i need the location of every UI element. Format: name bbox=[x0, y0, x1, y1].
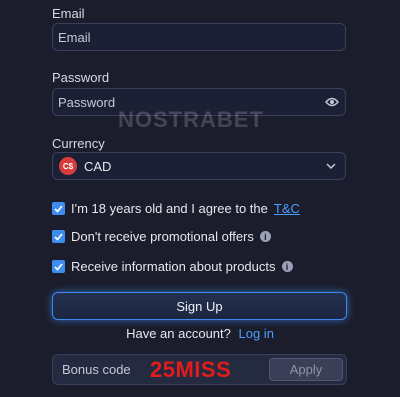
promo-checkbox[interactable] bbox=[52, 230, 65, 243]
bonus-code-field[interactable]: Bonus code 25MISS Apply bbox=[52, 354, 347, 385]
have-account-text: Have an account? bbox=[126, 326, 231, 341]
info-icon[interactable]: i bbox=[281, 261, 293, 272]
terms-checkbox-row: I'm 18 years old and I agree to the T&C bbox=[52, 201, 300, 216]
product-info-checkbox[interactable] bbox=[52, 260, 65, 273]
email-field-container bbox=[52, 23, 346, 51]
currency-value: CAD bbox=[84, 158, 112, 174]
have-account-row: Have an account? Log in bbox=[0, 326, 400, 341]
sign-up-button[interactable]: Sign Up bbox=[52, 292, 347, 320]
password-label: Password bbox=[52, 70, 110, 85]
promo-checkbox-label: Don't receive promotional offers bbox=[71, 229, 254, 244]
currency-label: Currency bbox=[52, 136, 105, 151]
bonus-code-value: 25MISS bbox=[150, 356, 232, 382]
chevron-down-icon bbox=[317, 163, 345, 169]
promo-checkbox-row: Don't receive promotional offers i bbox=[52, 229, 271, 244]
currency-select[interactable]: C$ CAD bbox=[52, 152, 346, 180]
terms-checkbox[interactable] bbox=[52, 202, 65, 215]
terms-link[interactable]: T&C bbox=[274, 201, 300, 216]
show-password-icon[interactable] bbox=[319, 97, 345, 107]
info-icon[interactable]: i bbox=[259, 231, 271, 242]
log-in-link[interactable]: Log in bbox=[239, 326, 274, 341]
product-info-checkbox-row: Receive information about products i bbox=[52, 259, 293, 274]
product-info-checkbox-label: Receive information about products bbox=[71, 259, 276, 274]
email-input[interactable] bbox=[53, 24, 345, 50]
apply-button[interactable]: Apply bbox=[269, 358, 343, 381]
email-label: Email bbox=[52, 6, 85, 21]
cad-currency-icon: C$ bbox=[59, 157, 77, 175]
watermark-logo: NOSTRABET bbox=[118, 107, 264, 132]
terms-checkbox-label: I'm 18 years old and I agree to the bbox=[71, 201, 268, 216]
bonus-code-label: Bonus code bbox=[62, 362, 131, 377]
